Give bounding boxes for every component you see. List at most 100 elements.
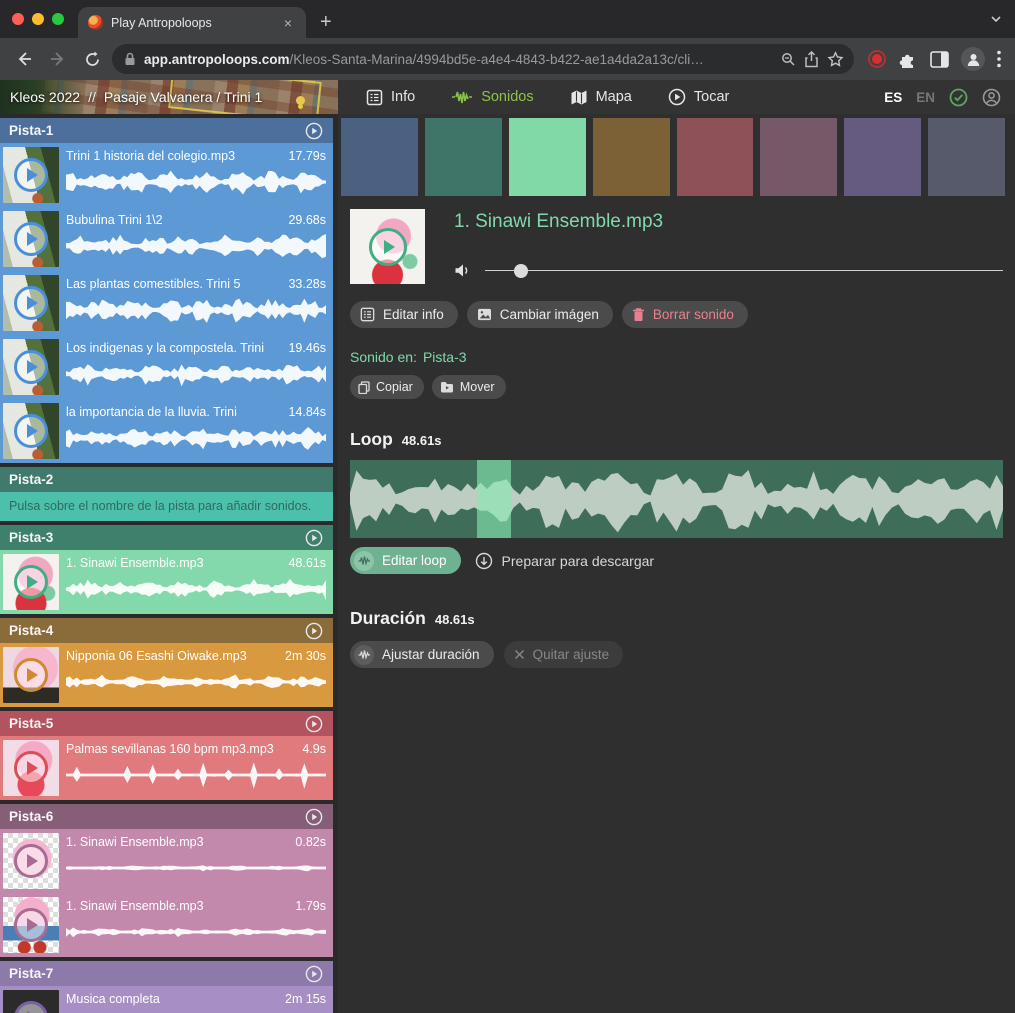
clip-thumbnail[interactable]	[3, 275, 59, 331]
track-swatch-2[interactable]	[425, 118, 502, 196]
clear-adjust-button[interactable]: Quitar ajuste	[504, 641, 624, 668]
clip-item[interactable]: 1. Sinawi Ensemble.mp3 48.61s	[0, 550, 333, 614]
reload-button[interactable]	[78, 45, 106, 73]
share-icon[interactable]	[804, 51, 819, 68]
profile-avatar[interactable]	[961, 47, 985, 71]
track-header[interactable]: Pista-7	[0, 961, 333, 986]
clip-waveform[interactable]	[66, 853, 326, 883]
track-header[interactable]: Pista-1	[0, 118, 333, 143]
clip-item[interactable]: Las plantas comestibles. Trini 5 33.28s	[0, 271, 333, 335]
minimize-window-button[interactable]	[32, 13, 44, 25]
browser-tab[interactable]: Play Antropoloops ×	[78, 7, 306, 38]
tab-sonidos[interactable]: Sonidos	[451, 89, 533, 105]
track-play-icon[interactable]	[305, 122, 323, 140]
clip-waveform[interactable]	[66, 295, 326, 325]
lang-en-button[interactable]: EN	[916, 90, 935, 105]
track-swatch-6[interactable]	[760, 118, 837, 196]
close-window-button[interactable]	[12, 13, 24, 25]
clip-thumbnail[interactable]	[3, 647, 59, 703]
loop-selection-band[interactable]	[477, 460, 511, 538]
bookmark-star-icon[interactable]	[827, 51, 844, 68]
track-swatch-1[interactable]	[341, 118, 418, 196]
clip-item[interactable]: Nipponia 06 Esashi Oiwake.mp3 2m 30s	[0, 643, 333, 707]
clip-waveform[interactable]	[66, 423, 326, 453]
play-overlay-icon[interactable]	[14, 751, 48, 785]
clip-thumbnail[interactable]	[3, 833, 59, 889]
clip-thumbnail[interactable]	[3, 211, 59, 267]
clip-item[interactable]: Musica completa 2m 15s	[0, 986, 333, 1013]
sound-thumbnail[interactable]	[350, 209, 425, 284]
clip-item[interactable]: Trini 1 historia del colegio.mp3 17.79s	[0, 143, 333, 207]
clip-waveform[interactable]	[66, 359, 326, 389]
forward-button[interactable]	[44, 45, 72, 73]
clip-item[interactable]: 1. Sinawi Ensemble.mp3 1.79s	[0, 893, 333, 957]
clip-thumbnail[interactable]	[3, 403, 59, 459]
track-header[interactable]: Pista-2	[0, 467, 333, 492]
url-bar[interactable]: app.antropoloops.com/Kleos-Santa-Marina/…	[112, 44, 854, 74]
tab-mapa[interactable]: Mapa	[570, 89, 632, 106]
track-swatch-4[interactable]	[593, 118, 670, 196]
track-header[interactable]: Pista-3	[0, 525, 333, 550]
play-overlay-icon[interactable]	[14, 1001, 48, 1013]
track-swatch-7[interactable]	[844, 118, 921, 196]
track-play-icon[interactable]	[305, 622, 323, 640]
tab-tocar[interactable]: Tocar	[668, 88, 729, 106]
back-button[interactable]	[10, 45, 38, 73]
close-tab-icon[interactable]: ×	[280, 14, 296, 32]
clip-thumbnail[interactable]	[3, 147, 59, 203]
play-overlay-icon[interactable]	[14, 658, 48, 692]
clip-item[interactable]: Bubulina Trini 1\2 29.68s	[0, 207, 333, 271]
clip-waveform[interactable]	[66, 574, 326, 604]
play-overlay-icon[interactable]	[14, 158, 48, 192]
status-check-icon[interactable]	[949, 88, 968, 107]
clip-item[interactable]: Los indigenas y la compostela. Trini 19.…	[0, 335, 333, 399]
track-swatch-5[interactable]	[677, 118, 754, 196]
track-swatch-3[interactable]	[509, 118, 586, 196]
track-play-icon[interactable]	[305, 965, 323, 983]
prepare-download-button[interactable]: Preparar para descargar	[475, 552, 655, 570]
track-header[interactable]: Pista-6	[0, 804, 333, 829]
new-tab-button[interactable]: +	[306, 12, 346, 38]
play-overlay-icon[interactable]	[369, 228, 407, 266]
track-header[interactable]: Pista-4	[0, 618, 333, 643]
play-overlay-icon[interactable]	[14, 565, 48, 599]
sound-location-track[interactable]: Pista-3	[423, 349, 467, 365]
delete-sound-button[interactable]: Borrar sonido	[622, 301, 748, 328]
clip-waveform[interactable]	[66, 667, 326, 697]
chevron-down-icon[interactable]	[989, 12, 1003, 26]
volume-slider[interactable]	[485, 264, 1003, 278]
play-overlay-icon[interactable]	[14, 350, 48, 384]
copy-button[interactable]: Copiar	[350, 375, 424, 399]
track-header[interactable]: Pista-5	[0, 711, 333, 736]
clip-thumbnail[interactable]	[3, 740, 59, 796]
lang-es-button[interactable]: ES	[884, 90, 902, 105]
play-overlay-icon[interactable]	[14, 908, 48, 942]
zoom-page-icon[interactable]	[780, 51, 796, 67]
tab-info[interactable]: Info	[366, 89, 415, 106]
clip-waveform[interactable]	[66, 917, 326, 947]
clip-thumbnail[interactable]	[3, 897, 59, 953]
play-overlay-icon[interactable]	[14, 286, 48, 320]
recording-indicator-icon[interactable]	[868, 50, 886, 68]
volume-track[interactable]	[485, 270, 1003, 272]
clip-thumbnail[interactable]	[3, 990, 59, 1013]
volume-handle[interactable]	[514, 264, 528, 278]
clip-waveform[interactable]	[66, 760, 326, 790]
clip-item[interactable]: 1. Sinawi Ensemble.mp3 0.82s	[0, 829, 333, 893]
adjust-duration-button[interactable]: Ajustar duración	[350, 641, 494, 668]
edit-loop-button[interactable]: Editar loop	[350, 547, 461, 574]
account-icon[interactable]	[982, 88, 1001, 107]
play-overlay-icon[interactable]	[14, 844, 48, 878]
edit-info-button[interactable]: Editar info	[350, 301, 458, 328]
track-play-icon[interactable]	[305, 715, 323, 733]
clip-thumbnail[interactable]	[3, 339, 59, 395]
change-image-button[interactable]: Cambiar imágen	[467, 301, 613, 328]
clip-thumbnail[interactable]	[3, 554, 59, 610]
clip-waveform[interactable]	[66, 231, 326, 261]
zoom-window-button[interactable]	[52, 13, 64, 25]
play-overlay-icon[interactable]	[14, 414, 48, 448]
play-overlay-icon[interactable]	[14, 222, 48, 256]
track-swatch-8[interactable]	[928, 118, 1005, 196]
menu-kebab-icon[interactable]	[997, 50, 1001, 68]
track-play-icon[interactable]	[305, 529, 323, 547]
